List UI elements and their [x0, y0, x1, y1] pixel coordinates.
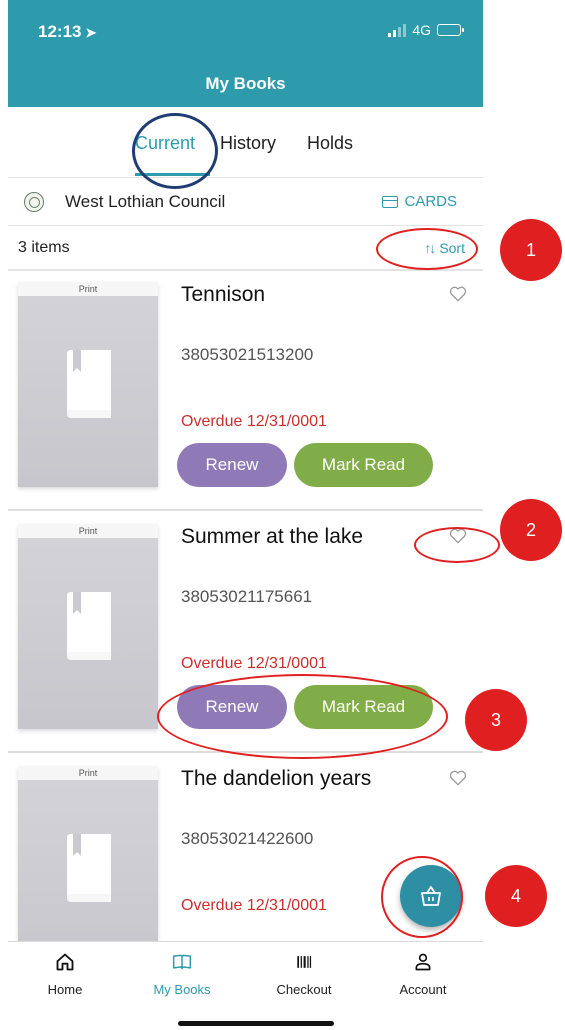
book-barcode: 38053021175661 — [181, 587, 313, 606]
status-time: 12:13 ➤ — [38, 22, 96, 42]
library-crest-icon — [24, 192, 44, 212]
format-label: Print — [18, 282, 158, 296]
due-status: Overdue 12/31/0001 — [181, 655, 327, 672]
annotation-oval-sort — [376, 228, 478, 270]
nav-account-label: Account — [399, 982, 447, 997]
tab-holds[interactable]: Holds — [307, 133, 353, 154]
mark-read-button[interactable]: Mark Read — [294, 443, 433, 487]
home-indicator — [178, 1021, 334, 1026]
nav-my-books[interactable]: My Books — [132, 952, 232, 997]
bottom-navigation: Home My Books Checkout Account — [8, 941, 483, 1030]
annotation-badge-3: 3 — [465, 689, 527, 751]
renew-button[interactable]: Renew — [177, 443, 287, 487]
nav-checkout-label: Checkout — [276, 982, 332, 997]
annotation-badge-4: 4 — [485, 865, 547, 927]
location-arrow-icon: ➤ — [85, 25, 97, 40]
heart-icon[interactable] — [448, 768, 468, 788]
annotation-circle-current — [132, 113, 218, 189]
list-item: Print Tennison 38053021513200 Overdue 12… — [8, 271, 483, 511]
annotation-badge-2: 2 — [500, 499, 562, 561]
open-book-icon — [172, 954, 192, 970]
format-label: Print — [18, 524, 158, 538]
format-label: Print — [18, 766, 158, 780]
status-indicators: 4G — [388, 22, 464, 38]
annotation-oval-buttons — [157, 674, 448, 759]
nav-my-books-label: My Books — [153, 982, 211, 997]
cards-label: CARDS — [404, 193, 457, 210]
barcode-icon — [297, 956, 312, 968]
page-title: My Books — [205, 74, 286, 93]
book-placeholder-icon — [67, 592, 111, 660]
book-cover[interactable]: Print — [18, 282, 158, 487]
tab-history[interactable]: History — [220, 133, 276, 154]
library-row: West Lothian Council CARDS — [8, 178, 483, 226]
due-status: Overdue 12/31/0001 — [181, 897, 327, 914]
annotation-oval-heart — [414, 527, 500, 563]
status-time-text: 12:13 — [38, 22, 82, 41]
book-placeholder-icon — [67, 350, 111, 418]
signal-icon — [388, 23, 407, 37]
home-icon — [56, 953, 74, 971]
book-placeholder-icon — [67, 834, 111, 902]
book-title[interactable]: Tennison — [181, 283, 265, 307]
item-count: 3 items — [18, 239, 70, 256]
annotation-badge-1: 1 — [500, 219, 562, 281]
person-icon — [415, 953, 431, 971]
nav-home-label: Home — [47, 982, 83, 997]
book-title[interactable]: Summer at the lake — [181, 525, 363, 549]
book-barcode: 38053021513200 — [181, 345, 314, 364]
cards-button[interactable]: CARDS — [382, 193, 457, 210]
nav-home[interactable]: Home — [15, 952, 115, 997]
book-title[interactable]: The dandelion years — [181, 767, 371, 791]
library-name: West Lothian Council — [65, 192, 226, 211]
due-status: Overdue 12/31/0001 — [181, 413, 327, 430]
heart-icon[interactable] — [448, 284, 468, 304]
nav-account[interactable]: Account — [373, 952, 473, 997]
book-barcode: 38053021422600 — [181, 829, 314, 848]
tab-bar: Current History Holds — [8, 107, 483, 178]
network-label: 4G — [412, 22, 431, 38]
battery-icon — [437, 24, 464, 36]
app-header: 12:13 ➤ 4G My Books — [8, 0, 483, 107]
book-cover[interactable]: Print — [18, 524, 158, 729]
annotation-oval-basket — [381, 856, 463, 938]
card-icon — [382, 195, 399, 208]
nav-checkout[interactable]: Checkout — [254, 952, 354, 997]
